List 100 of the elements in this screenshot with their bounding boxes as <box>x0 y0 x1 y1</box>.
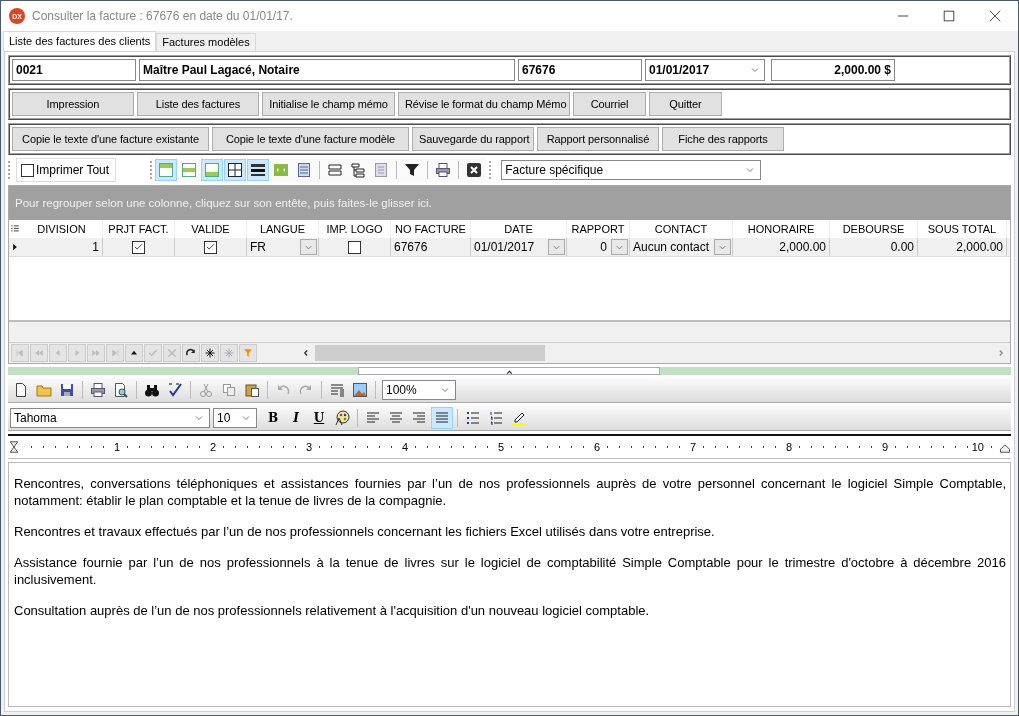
ruler-number: 7 <box>687 441 698 453</box>
list-icon[interactable] <box>296 162 313 178</box>
button[interactable]: Quitter <box>649 92 722 116</box>
scroll-thumb[interactable] <box>315 345 545 361</box>
table-cell: 67676 <box>394 240 428 254</box>
dropdown[interactable]: 10 <box>213 408 257 428</box>
folder-icon[interactable] <box>36 382 52 398</box>
window-title: Consulter la facture : 67676 en date du 01/01/17. <box>32 9 294 23</box>
table-cell: FR <box>250 240 266 254</box>
dropdown[interactable]: Tahoma <box>10 408 210 428</box>
format-button[interactable]: I <box>285 407 307 429</box>
checkbox[interactable]: Imprimer Tout <box>16 158 117 182</box>
asterisk-icon[interactable] <box>204 347 216 359</box>
ruler-number: 8 <box>783 441 794 453</box>
palette-icon[interactable] <box>334 410 350 426</box>
button[interactable]: Courriel <box>573 92 646 116</box>
ruler-number: 10 <box>969 441 986 453</box>
ruler-number: 1 <box>111 441 122 453</box>
panel-middle-icon[interactable] <box>181 162 198 178</box>
form-icon[interactable] <box>373 162 390 178</box>
paragraph: Consultation auprès de l’un de nos professionnels relativement à l'acquisition d'un nouveau logiciel comptable. <box>14 602 651 619</box>
highlighter-icon[interactable] <box>511 410 527 426</box>
panel-top-icon[interactable] <box>158 162 175 178</box>
align-left-icon[interactable] <box>365 410 381 426</box>
ruler-number: 2 <box>207 441 218 453</box>
close-icon[interactable] <box>988 9 1002 23</box>
align-right-icon[interactable] <box>411 410 427 426</box>
filter-small-icon[interactable] <box>242 347 254 359</box>
group-panel-hint: Pour regrouper selon une colonne, cliquez sur son entête, puis faites-le glisser ici. <box>9 186 1010 220</box>
print-preview-icon[interactable] <box>113 382 129 398</box>
paragraph: Rencontres et travaux effectués par l’un de nos professionnels concernant les fichiers Excel utilisés dans votre entreprise. <box>14 523 716 540</box>
rows-icon[interactable] <box>250 162 267 178</box>
paste-icon[interactable] <box>244 382 260 398</box>
checkbox[interactable] <box>132 240 145 254</box>
indent-marker-icon[interactable] <box>8 441 20 453</box>
button[interactable]: Initialise le champ mémo <box>262 92 395 116</box>
save-icon[interactable] <box>59 382 75 398</box>
table-cell: 0.00 <box>890 240 914 254</box>
button[interactable]: Impression <box>12 92 134 116</box>
new-document-icon[interactable] <box>13 382 29 398</box>
binoculars-icon[interactable] <box>144 382 160 398</box>
grid-icon[interactable] <box>227 162 244 178</box>
table-cell: 01/01/2017 <box>474 240 535 254</box>
ruler-number: 9 <box>879 441 890 453</box>
button[interactable]: Copie le texte d'une facture existante <box>12 127 209 151</box>
align-justify-icon[interactable] <box>434 410 450 426</box>
ruler-number: 3 <box>303 441 314 453</box>
paragraph-icon[interactable] <box>329 382 345 398</box>
input-field[interactable]: Maître Paul Lagacé, Notaire <box>139 59 515 81</box>
margin-marker-icon[interactable] <box>999 441 1011 453</box>
button[interactable]: Liste des factures <box>137 92 259 116</box>
table-cell: 2,000.00 <box>956 240 1003 254</box>
input-field[interactable]: 0021 <box>12 59 136 81</box>
ruler-number: 6 <box>591 441 602 453</box>
close-box-icon[interactable] <box>466 162 483 178</box>
checkbox[interactable] <box>348 240 361 254</box>
dropdown[interactable]: 100% <box>382 380 456 400</box>
button[interactable]: Sauvegarde du rapport <box>412 127 534 151</box>
input-field[interactable]: 2,000.00 $ <box>771 59 895 81</box>
dropdown[interactable]: Facture spécifique <box>501 160 762 180</box>
button[interactable]: Fiche des rapports <box>662 127 784 151</box>
maximize-icon[interactable] <box>942 9 956 23</box>
columns-icon[interactable] <box>273 162 290 178</box>
image-icon[interactable] <box>352 382 368 398</box>
ruler-number: 5 <box>495 441 506 453</box>
splitter-handle[interactable] <box>358 367 660 375</box>
layout-icon[interactable] <box>327 162 344 178</box>
format-button[interactable]: U <box>308 407 330 429</box>
checkbox[interactable] <box>204 240 217 254</box>
check-icon[interactable] <box>147 347 159 359</box>
column-chooser-icon[interactable] <box>10 224 20 234</box>
printer-icon[interactable] <box>90 382 106 398</box>
align-center-icon[interactable] <box>388 410 404 426</box>
tree-icon[interactable] <box>350 162 367 178</box>
asterisk-faded-icon[interactable] <box>223 347 235 359</box>
button[interactable]: Rapport personnalisé <box>537 127 659 151</box>
numbered-list-icon[interactable] <box>488 410 504 426</box>
checkmark-icon <box>133 241 144 253</box>
paragraph: Rencontres, conversations téléphoniques et assistances fournies par l’un de nos professionnels auprès de votre personnel concernant le logiciel Simple Comptable, notamment: établir le plan comptable et la tenue de livres de la compagnie. <box>14 475 1006 509</box>
tab[interactable]: Liste des factures des clients <box>3 31 157 51</box>
printer-icon[interactable] <box>435 162 452 178</box>
input-field[interactable]: 67676 <box>518 59 642 81</box>
format-button[interactable]: B <box>262 407 284 429</box>
input-field[interactable]: 01/01/2017 <box>645 59 765 81</box>
chevron-up-icon <box>504 368 514 377</box>
tab[interactable]: Factures modèles <box>156 33 256 51</box>
paragraph: Assistance fournie par l’un de nos professionnels à la tenue de livres sur le logiciel de comptabilité Simple Comptable pour le trimestre d'octobre à décembre 2016 inclusivement. <box>14 554 1006 588</box>
panel-bottom-icon[interactable] <box>204 162 221 178</box>
copy-icon[interactable] <box>221 382 237 398</box>
bullet-list-icon[interactable] <box>465 410 481 426</box>
button[interactable]: Révise le format du champ Mémo <box>398 92 570 116</box>
table-cell: Aucun contact <box>633 240 710 254</box>
spellcheck-icon[interactable] <box>167 382 183 398</box>
ruler-number: 4 <box>399 441 410 453</box>
scissors-icon[interactable] <box>198 382 214 398</box>
table-cell: 2,000.00 <box>779 240 826 254</box>
filter-icon[interactable] <box>404 162 421 178</box>
table-cell: 0 <box>600 240 607 254</box>
table-cell: 1 <box>92 240 99 254</box>
button[interactable]: Copie le texte d'une facture modèle <box>212 127 409 151</box>
